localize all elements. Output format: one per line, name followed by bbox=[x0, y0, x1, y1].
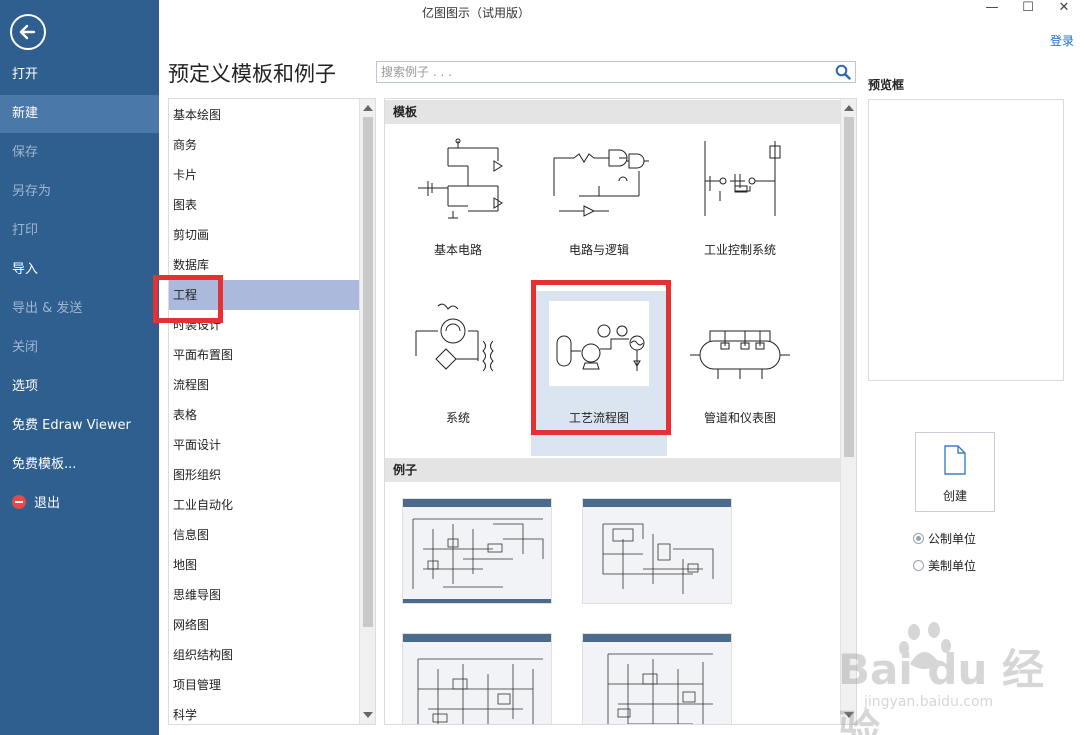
us-units-option[interactable]: 美制单位 bbox=[913, 559, 976, 575]
templates-section-header: 模板 bbox=[385, 100, 841, 124]
sidebar-item-close[interactable]: 关闭 bbox=[0, 329, 159, 367]
industrial-control-thumbnail bbox=[704, 141, 781, 216]
radio-selected[interactable] bbox=[913, 533, 924, 544]
sidebar-item-free-templates[interactable]: 免费模板... bbox=[0, 446, 159, 484]
sidebar-item-exit[interactable]: 退出 bbox=[0, 485, 159, 523]
sidebar-item-save[interactable]: 保存 bbox=[0, 134, 159, 172]
category-item[interactable]: 表格 bbox=[169, 400, 359, 430]
sidebar-item-import[interactable]: 导入 bbox=[0, 251, 159, 289]
example-header-bar bbox=[403, 499, 551, 507]
basic-circuit-thumbnail bbox=[418, 138, 503, 219]
template-circuit-logic[interactable]: 电路与逻辑 bbox=[531, 126, 667, 291]
search-icon[interactable] bbox=[835, 64, 851, 80]
category-item[interactable]: 项目管理 bbox=[169, 670, 359, 700]
circuit-logic-thumbnail bbox=[553, 149, 649, 217]
example-footer-bar bbox=[403, 599, 551, 603]
metric-units-option[interactable]: 公制单位 bbox=[913, 532, 976, 548]
category-item[interactable]: 信息图 bbox=[169, 520, 359, 550]
preview-box bbox=[868, 99, 1064, 381]
scroll-thumb[interactable] bbox=[363, 117, 373, 627]
template-industrial-control[interactable]: 工业控制系统 bbox=[672, 126, 808, 291]
template-label: 工业控制系统 bbox=[703, 243, 776, 257]
category-item[interactable]: 平面布置图 bbox=[169, 340, 359, 370]
category-item[interactable]: 剪切画 bbox=[169, 220, 359, 250]
back-arrow-icon bbox=[19, 24, 36, 40]
example-schematic-image bbox=[412, 518, 544, 589]
category-item[interactable]: 平面设计 bbox=[169, 430, 359, 460]
sidebar-item-save-as[interactable]: 另存为 bbox=[0, 173, 159, 211]
login-link[interactable]: 登录 bbox=[1050, 32, 1074, 49]
metric-units-label: 公制单位 bbox=[928, 532, 977, 546]
highlight-box-template bbox=[531, 280, 671, 435]
watermark-url: jingyan.baidu.com bbox=[864, 694, 994, 710]
sidebar-item-edraw-viewer[interactable]: 免费 Edraw Viewer bbox=[0, 407, 159, 445]
category-item[interactable]: 工业自动化 bbox=[169, 490, 359, 520]
piping-instrument-thumbnail bbox=[690, 330, 790, 379]
template-label: 电路与逻辑 bbox=[568, 243, 629, 257]
exit-icon bbox=[12, 495, 26, 509]
example-header-bar bbox=[583, 634, 731, 642]
sidebar-item-new[interactable]: 新建 bbox=[0, 95, 159, 133]
category-item[interactable]: 网络图 bbox=[169, 610, 359, 640]
search-box bbox=[376, 61, 856, 83]
us-units-label: 美制单位 bbox=[928, 559, 977, 573]
new-document-icon bbox=[944, 445, 966, 475]
template-basic-circuit[interactable]: 基本电路 bbox=[390, 126, 526, 291]
category-scrollbar[interactable] bbox=[359, 99, 375, 724]
example-schematic-image bbox=[602, 523, 714, 594]
example-header-bar bbox=[403, 634, 551, 642]
category-item[interactable]: 图形组织 bbox=[169, 460, 359, 490]
template-system[interactable]: 系统 bbox=[390, 291, 526, 456]
create-label: 创建 bbox=[942, 489, 967, 503]
sidebar-item-options[interactable]: 选项 bbox=[0, 368, 159, 406]
sidebar-item-open[interactable]: 打开 bbox=[0, 56, 159, 94]
category-item[interactable]: 图表 bbox=[169, 190, 359, 220]
example-schematic-image bbox=[417, 658, 543, 724]
preview-label: 预览框 bbox=[868, 78, 905, 92]
close-button[interactable]: ✕ bbox=[1049, 0, 1079, 18]
example-thumbnail[interactable] bbox=[582, 633, 732, 724]
watermark-text: Bai du 经验 bbox=[838, 645, 1044, 735]
example-thumbnail[interactable] bbox=[582, 498, 732, 604]
sidebar: 打开 新建 保存 另存为 打印 导入 导出 & 发送 关闭 选项 免费 Edra… bbox=[0, 0, 159, 735]
scroll-up-arrow-icon[interactable] bbox=[363, 105, 373, 111]
page-title: 预定义模板和例子 bbox=[168, 62, 336, 86]
system-thumbnail bbox=[415, 303, 494, 372]
category-item[interactable]: 组织结构图 bbox=[169, 640, 359, 670]
template-label: 基本电路 bbox=[433, 243, 482, 257]
maximize-button[interactable]: ☐ bbox=[1013, 0, 1043, 18]
baidu-watermark: Bai du 经验 jingyan.baidu.com bbox=[834, 618, 1084, 735]
example-thumbnail[interactable] bbox=[402, 498, 552, 604]
radio-unselected[interactable] bbox=[913, 560, 924, 571]
example-header-bar bbox=[583, 499, 731, 507]
category-item[interactable]: 商务 bbox=[169, 130, 359, 160]
create-button[interactable]: 创建 bbox=[915, 432, 995, 512]
sidebar-item-print[interactable]: 打印 bbox=[0, 212, 159, 250]
category-item[interactable]: 基本绘图 bbox=[169, 100, 359, 130]
scroll-down-arrow-icon[interactable] bbox=[363, 712, 373, 718]
scroll-thumb[interactable] bbox=[844, 117, 854, 457]
template-label: 系统 bbox=[445, 411, 470, 425]
example-thumbnail[interactable] bbox=[402, 633, 552, 724]
sidebar-item-export-send[interactable]: 导出 & 发送 bbox=[0, 290, 159, 328]
category-item[interactable]: 卡片 bbox=[169, 160, 359, 190]
template-label: 管道和仪表图 bbox=[703, 411, 776, 425]
category-item[interactable]: 思维导图 bbox=[169, 580, 359, 610]
window-title: 亿图图示（试用版） bbox=[421, 6, 530, 20]
minimize-button[interactable]: — bbox=[977, 0, 1007, 18]
category-item[interactable]: 地图 bbox=[169, 550, 359, 580]
category-item[interactable]: 科学 bbox=[169, 700, 359, 724]
template-piping-instrument[interactable]: 管道和仪表图 bbox=[672, 291, 808, 456]
scroll-up-arrow-icon[interactable] bbox=[844, 105, 854, 111]
category-list: 基本绘图 商务 卡片 图表 剪切画 数据库 工程 时装设计 平面布置图 流程图 … bbox=[168, 98, 376, 725]
examples-section-header: 例子 bbox=[385, 458, 841, 482]
sidebar-item-exit-label: 退出 bbox=[34, 496, 61, 511]
category-item[interactable]: 流程图 bbox=[169, 370, 359, 400]
search-input[interactable] bbox=[377, 62, 832, 82]
highlight-box-category bbox=[153, 275, 223, 323]
example-schematic-image bbox=[607, 653, 713, 724]
